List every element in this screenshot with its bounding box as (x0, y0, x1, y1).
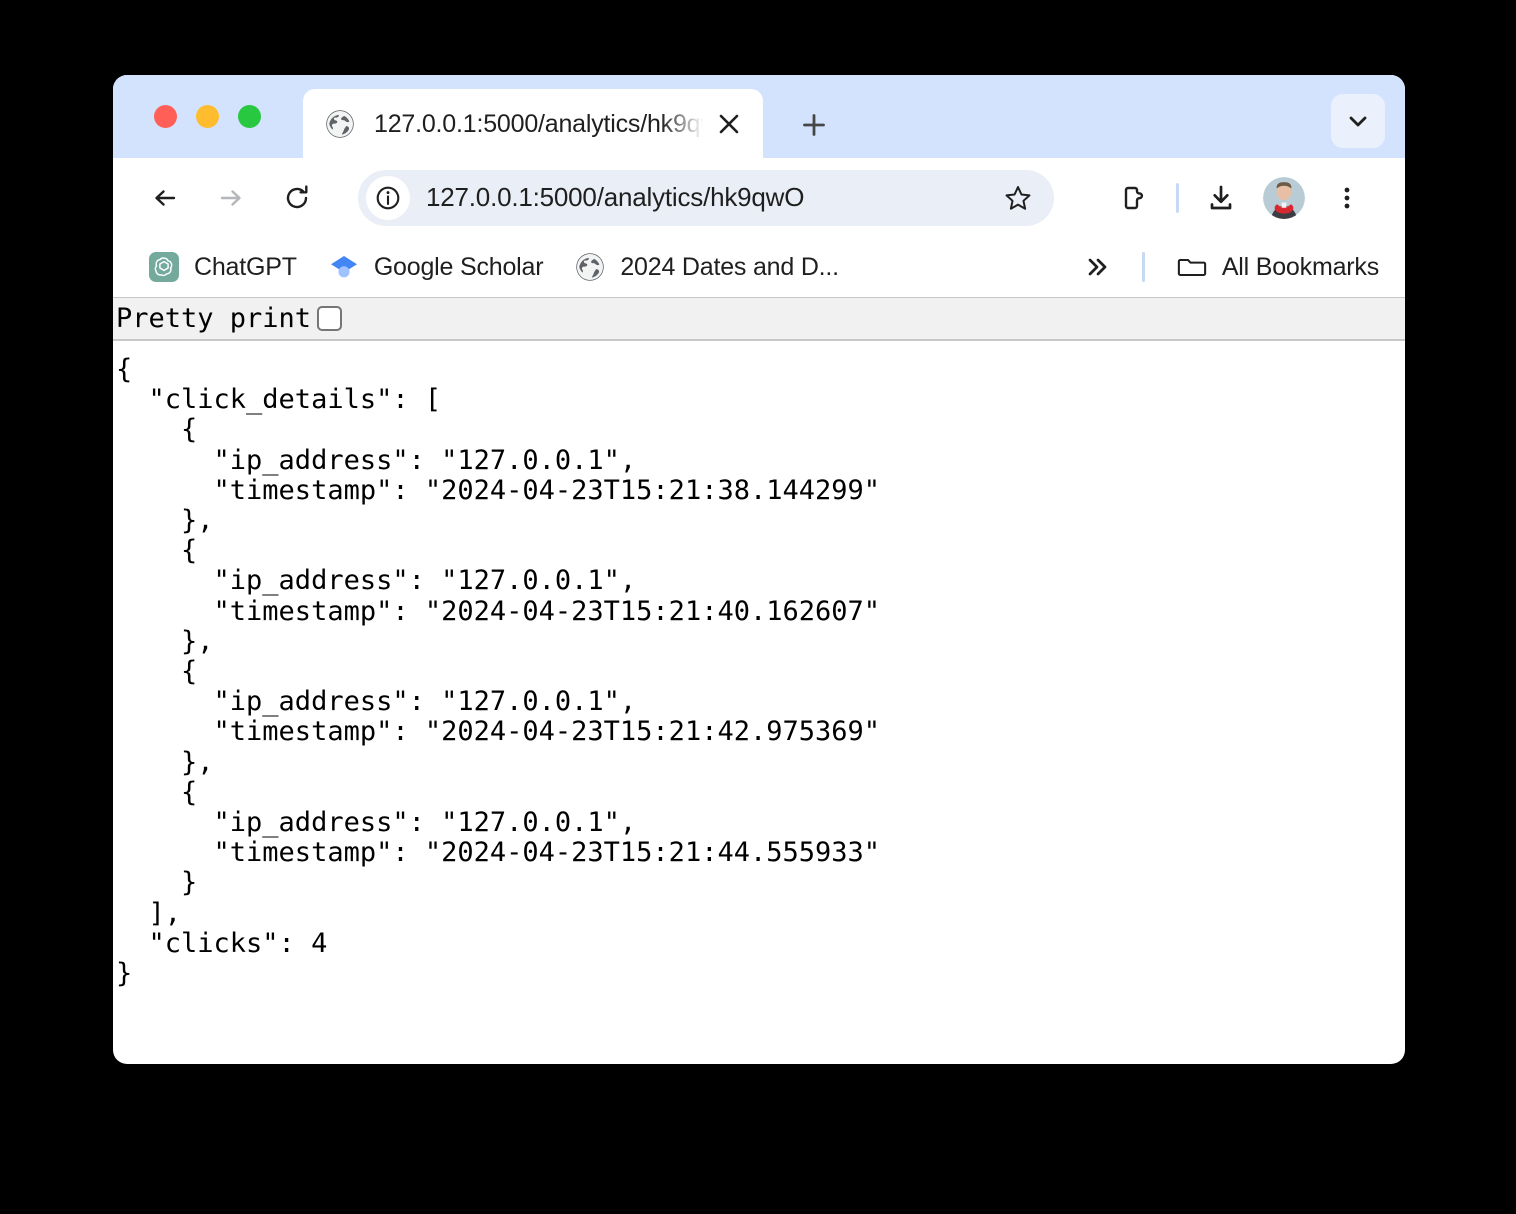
close-window-button[interactable] (154, 105, 177, 128)
window-controls (154, 105, 261, 128)
google-scholar-icon (329, 252, 359, 282)
tab-list: 127.0.0.1:5000/analytics/hk9qwO (303, 89, 763, 158)
tab-strip: 127.0.0.1:5000/analytics/hk9qwO (113, 75, 1405, 158)
new-tab-button[interactable] (791, 102, 837, 148)
all-bookmarks-label: All Bookmarks (1221, 252, 1379, 281)
back-button[interactable] (142, 175, 188, 221)
bookmark-2024-dates[interactable]: 2024 Dates and D... (565, 245, 849, 289)
close-tab-button[interactable] (707, 102, 751, 146)
browser-tab-active[interactable]: 127.0.0.1:5000/analytics/hk9qwO (303, 89, 763, 158)
tab-title: 127.0.0.1:5000/analytics/hk9qwO (374, 109, 707, 138)
folder-icon (1177, 252, 1207, 282)
bookmarks-bar: ChatGPT Google Scholar 2024 Dates and D.… (113, 237, 1405, 297)
bookmark-google-scholar[interactable]: Google Scholar (319, 245, 554, 289)
pretty-print-label: Pretty print (116, 303, 312, 334)
globe-icon (575, 252, 605, 282)
browser-window: 127.0.0.1:5000/analytics/hk9qwO 127.0.0.… (113, 75, 1405, 1064)
globe-icon (325, 109, 355, 139)
avatar[interactable] (1263, 176, 1305, 219)
json-response-body: { "click_details": [ { "ip_address": "12… (116, 354, 881, 990)
url-text[interactable]: 127.0.0.1:5000/analytics/hk9qwO (426, 182, 996, 213)
downloads-icon[interactable] (1197, 174, 1245, 222)
page-viewport: Pretty print { "click_details": [ { "ip_… (113, 297, 1405, 1044)
bookmark-label: 2024 Dates and D... (620, 252, 839, 281)
reload-button[interactable] (274, 175, 320, 221)
navigation-toolbar: 127.0.0.1:5000/analytics/hk9qwO (113, 158, 1405, 237)
chrome-menu-icon[interactable] (1323, 174, 1371, 222)
bookmark-chatgpt[interactable]: ChatGPT (139, 245, 307, 289)
pretty-print-checkbox[interactable] (317, 306, 343, 331)
pretty-print-toolbar: Pretty print (113, 298, 1405, 341)
tab-title-container: 127.0.0.1:5000/analytics/hk9qwO (374, 106, 707, 141)
toolbar-divider (1176, 182, 1179, 213)
minimize-window-button[interactable] (196, 105, 219, 128)
chatgpt-icon (149, 252, 179, 282)
bookmark-star-icon[interactable] (996, 176, 1040, 220)
maximize-window-button[interactable] (238, 105, 261, 128)
bookmarks-divider (1141, 252, 1145, 282)
bookmarks-overflow-button[interactable] (1074, 245, 1120, 289)
bookmark-label: ChatGPT (194, 252, 297, 281)
address-bar[interactable]: 127.0.0.1:5000/analytics/hk9qwO (358, 169, 1054, 226)
extensions-icon[interactable] (1110, 174, 1158, 222)
all-bookmarks-button[interactable]: All Bookmarks (1167, 245, 1389, 289)
bookmark-label: Google Scholar (373, 252, 544, 281)
toolbar-actions (1102, 174, 1405, 222)
site-info-icon[interactable] (366, 175, 410, 220)
tab-search-button[interactable] (1331, 94, 1385, 148)
forward-button[interactable] (208, 175, 254, 221)
